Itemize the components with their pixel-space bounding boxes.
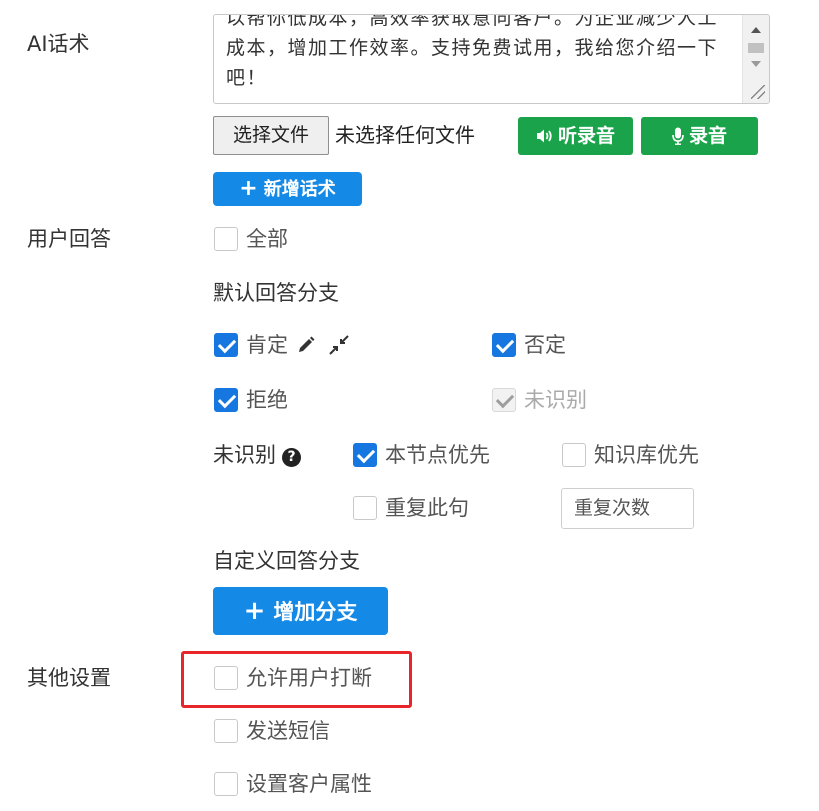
add-script-button[interactable]: + 新增话术	[213, 172, 362, 206]
ai-script-line: 吧！	[226, 67, 268, 89]
node-priority-label: 本节点优先	[385, 443, 490, 467]
record-label: 录音	[688, 125, 727, 147]
set-customer-attr-label: 设置客户属性	[246, 772, 372, 796]
unrecognized-branch-label: 未识别	[524, 388, 587, 412]
no-file-text: 未选择任何文件	[335, 123, 475, 147]
affirm-checkbox[interactable]	[214, 333, 238, 357]
resize-grip-icon[interactable]	[751, 85, 765, 99]
kb-priority-checkbox[interactable]	[562, 443, 586, 467]
speaker-icon	[536, 129, 552, 143]
set-customer-attr-checkbox[interactable]	[214, 772, 238, 796]
listen-recording-button[interactable]: 听录音	[518, 117, 633, 155]
send-sms-checkbox[interactable]	[214, 719, 238, 743]
default-branch-title: 默认回答分支	[213, 281, 339, 305]
ai-script-label: AI话术	[27, 32, 90, 56]
refuse-label: 拒绝	[246, 388, 288, 412]
ai-script-line: 成本，增加工作效率。支持免费试用，我给您介绍一下	[226, 37, 719, 59]
add-script-label: 新增话术	[263, 179, 336, 200]
ai-script-line: 以帮你低成本，高效率获取意向客户。为企业减少人工	[226, 14, 719, 29]
choose-file-button[interactable]: 选择文件	[213, 116, 329, 155]
refuse-checkbox[interactable]	[214, 388, 238, 412]
question-circle-icon[interactable]: ?	[282, 448, 301, 467]
repeat-count-input[interactable]: 重复次数	[561, 488, 694, 529]
scroll-up-arrow-icon[interactable]	[751, 27, 761, 33]
plus-icon: +	[243, 596, 266, 626]
allow-interrupt-label: 允许用户打断	[246, 666, 372, 690]
all-checkbox[interactable]	[214, 227, 238, 251]
all-label: 全部	[246, 227, 288, 251]
microphone-icon	[672, 127, 684, 145]
add-branch-button[interactable]: + 增加分支	[213, 587, 388, 635]
unrecognized-checkbox	[492, 388, 516, 412]
scroll-down-arrow-icon[interactable]	[751, 61, 761, 67]
add-branch-label: 增加分支	[273, 600, 358, 624]
deny-checkbox[interactable]	[492, 333, 516, 357]
plus-icon: +	[239, 176, 258, 201]
repeat-sentence-label: 重复此句	[385, 496, 469, 520]
user-answer-label: 用户回答	[27, 227, 111, 251]
node-priority-checkbox[interactable]	[353, 443, 377, 467]
edit-pencil-icon[interactable]	[297, 336, 315, 354]
listen-recording-label: 听录音	[557, 125, 615, 147]
ai-script-textarea[interactable]: 以帮你低成本，高效率获取意向客户。为企业减少人工 成本，增加工作效率。支持免费试…	[213, 14, 770, 104]
send-sms-label: 发送短信	[246, 719, 330, 743]
custom-branch-title: 自定义回答分支	[213, 549, 360, 573]
allow-interrupt-checkbox[interactable]	[214, 666, 238, 690]
kb-priority-label: 知识库优先	[594, 443, 699, 467]
ai-script-text: 以帮你低成本，高效率获取意向客户。为企业减少人工 成本，增加工作效率。支持免费试…	[226, 14, 736, 93]
deny-label: 否定	[524, 333, 566, 357]
shrink-arrows-icon[interactable]	[329, 335, 349, 355]
other-settings-label: 其他设置	[27, 666, 111, 690]
unrecognized-label: 未识别?	[213, 441, 301, 469]
record-button[interactable]: 录音	[641, 117, 758, 155]
unrecognized-label-text: 未识别	[213, 443, 276, 467]
repeat-sentence-checkbox[interactable]	[353, 496, 377, 520]
scroll-thumb[interactable]	[748, 43, 764, 53]
affirm-label: 肯定	[246, 333, 288, 357]
